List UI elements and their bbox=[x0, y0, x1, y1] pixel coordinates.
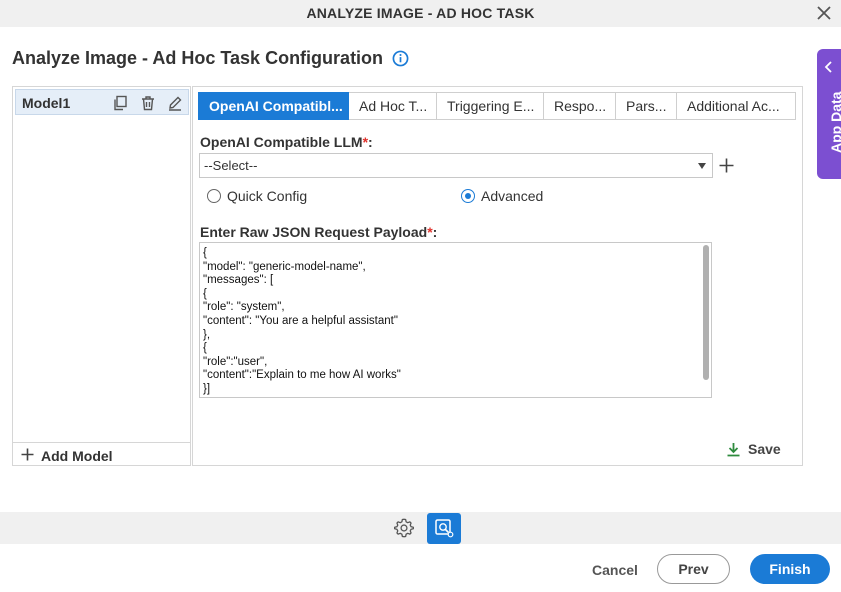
cancel-button[interactable]: Cancel bbox=[582, 558, 648, 582]
model-list-item[interactable]: Model1 bbox=[15, 89, 189, 115]
payload-line: }] bbox=[203, 382, 211, 395]
payload-line: "content":"Explain to me how AI works" bbox=[203, 369, 401, 382]
tab-parse[interactable]: Pars... bbox=[616, 92, 677, 120]
plus-icon bbox=[21, 448, 34, 461]
payload-line: { bbox=[203, 247, 207, 259]
download-icon bbox=[727, 442, 740, 456]
payload-label-text: Enter Raw JSON Request Payload bbox=[200, 224, 428, 240]
app-data-label: App Data bbox=[828, 91, 841, 153]
payload-line: { bbox=[203, 342, 207, 355]
model-name: Model1 bbox=[22, 95, 71, 111]
llm-field-label: OpenAI Compatible LLM*: bbox=[200, 134, 373, 150]
payload-line: "role": "system", bbox=[203, 301, 285, 314]
label-colon: : bbox=[368, 134, 373, 150]
llm-label-text: OpenAI Compatible LLM bbox=[200, 134, 363, 150]
radio-advanced-label: Advanced bbox=[481, 188, 544, 204]
chevron-left-icon bbox=[824, 61, 832, 73]
add-llm-plus-icon[interactable] bbox=[719, 158, 734, 173]
tab-additional-actions[interactable]: Additional Ac... bbox=[677, 92, 796, 120]
save-label: Save bbox=[748, 441, 781, 457]
bottom-toolbar bbox=[0, 512, 841, 544]
model-list-panel: Model1 Add Model bbox=[12, 86, 191, 466]
payload-line: "role":"user", bbox=[203, 355, 268, 368]
textarea-scrollbar[interactable] bbox=[703, 245, 709, 380]
config-panel: OpenAI Compatibl... Ad Hoc T... Triggeri… bbox=[192, 86, 803, 466]
payload-field-label: Enter Raw JSON Request Payload*: bbox=[200, 224, 437, 240]
radio-button-checked[interactable] bbox=[461, 189, 475, 203]
copy-icon[interactable] bbox=[112, 95, 128, 111]
window-titlebar: ANALYZE IMAGE - AD HOC TASK bbox=[0, 0, 841, 27]
edit-icon[interactable] bbox=[167, 95, 183, 111]
payload-line: "content": "You are a helpful assistant" bbox=[203, 314, 398, 327]
trash-icon[interactable] bbox=[140, 95, 156, 111]
page-title: Analyze Image - Ad Hoc Task Configuratio… bbox=[12, 48, 409, 69]
payload-line: "model": "generic-model-name", bbox=[203, 260, 366, 273]
add-model-label: Add Model bbox=[41, 448, 113, 464]
gear-icon[interactable] bbox=[393, 517, 415, 539]
label-colon: : bbox=[432, 224, 438, 240]
radio-quick-config[interactable]: Quick Config bbox=[207, 188, 307, 204]
llm-select[interactable]: --Select-- bbox=[199, 153, 713, 178]
save-button[interactable]: Save bbox=[726, 441, 781, 457]
add-model-button[interactable]: Add Model bbox=[13, 442, 190, 466]
finish-button[interactable]: Finish bbox=[750, 554, 830, 584]
app-data-tab[interactable]: App Data bbox=[817, 49, 841, 179]
radio-advanced[interactable]: Advanced bbox=[461, 188, 543, 204]
tab-bar: OpenAI Compatibl... Ad Hoc T... Triggeri… bbox=[198, 92, 796, 120]
prev-button[interactable]: Prev bbox=[657, 554, 730, 584]
info-icon[interactable] bbox=[392, 50, 409, 67]
tab-triggering-events[interactable]: Triggering E... bbox=[437, 92, 544, 120]
radio-button-unchecked[interactable] bbox=[207, 189, 221, 203]
payload-line: }, bbox=[203, 328, 211, 341]
tab-response[interactable]: Respo... bbox=[544, 92, 616, 120]
payload-line: { bbox=[203, 287, 207, 300]
radio-quick-config-label: Quick Config bbox=[227, 188, 308, 204]
json-payload-textarea[interactable]: { "model": "generic-model-name", "messag… bbox=[199, 242, 712, 398]
ai-image-icon bbox=[435, 519, 454, 538]
close-icon[interactable] bbox=[816, 5, 832, 21]
page-title-text: Analyze Image - Ad Hoc Task Configuratio… bbox=[12, 48, 384, 68]
ai-image-settings-button[interactable] bbox=[427, 513, 461, 544]
window-title: ANALYZE IMAGE - AD HOC TASK bbox=[306, 5, 535, 21]
tab-openai-compatible[interactable]: OpenAI Compatibl... bbox=[198, 92, 349, 120]
llm-select-value: --Select-- bbox=[204, 158, 258, 173]
caret-down-icon bbox=[698, 163, 706, 169]
payload-line: "messages": [ bbox=[203, 274, 274, 287]
tab-ad-hoc-task[interactable]: Ad Hoc T... bbox=[349, 92, 437, 120]
